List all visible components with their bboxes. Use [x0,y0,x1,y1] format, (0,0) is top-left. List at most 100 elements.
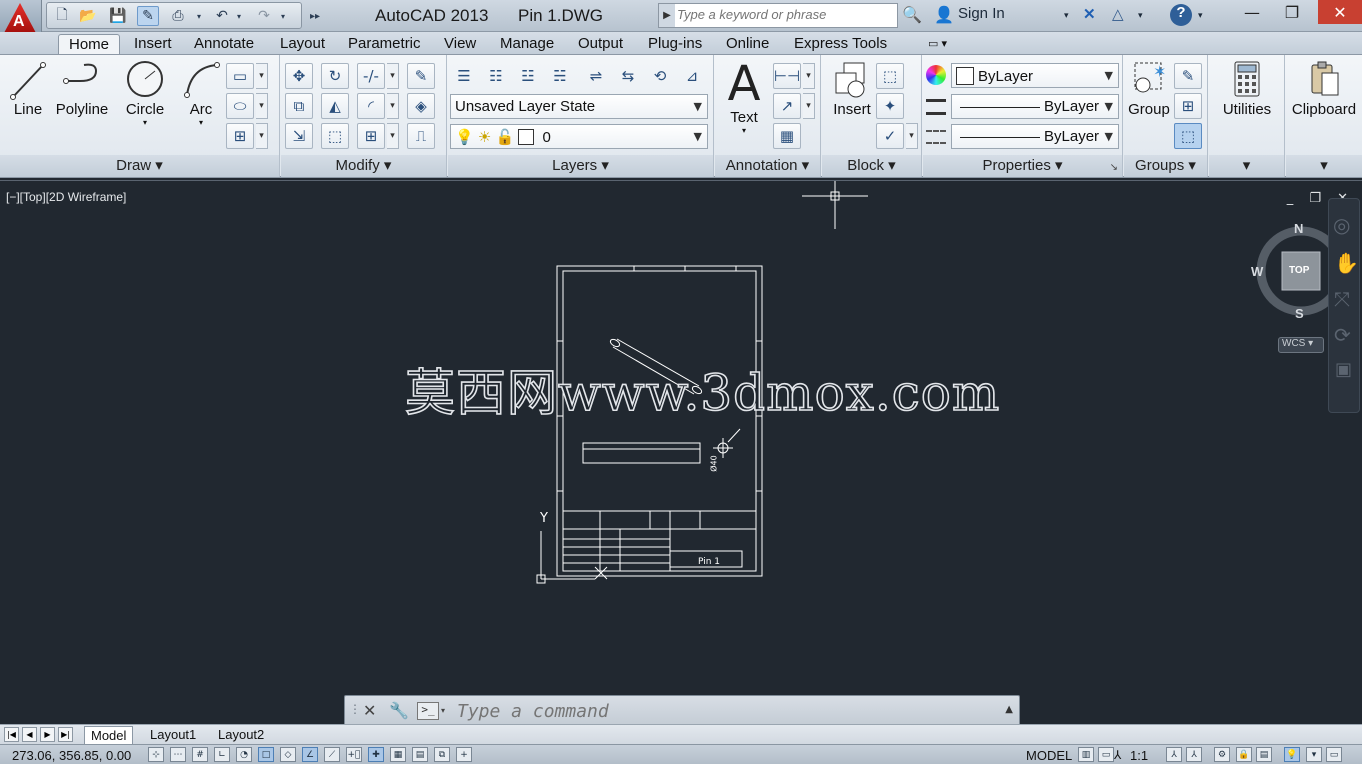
utilities-button[interactable]: Utilities [1213,59,1281,118]
array-icon[interactable]: ⊞ [357,123,385,149]
tab-output[interactable]: Output [568,34,633,54]
layers-panel-title[interactable]: Layers ▾ [448,155,713,177]
group-selection-icon[interactable]: ⬚ [1174,123,1202,149]
search-input[interactable] [677,7,895,22]
tab-online[interactable]: Online [716,34,779,54]
modify-panel-title[interactable]: Modify ▾ [281,155,446,177]
ribbon-minimize-icon[interactable]: ▭ ▾ [918,36,957,56]
zoom-extents-icon[interactable]: ⤧ [1334,287,1350,311]
tab-layout[interactable]: Layout [270,34,335,54]
array-dropdown-icon[interactable]: ▾ [387,123,399,149]
groups-panel-title[interactable]: Groups ▾ [1124,155,1207,177]
orbit-icon[interactable]: ⟳ [1334,323,1351,347]
block-panel-title[interactable]: Block ▾ [822,155,921,177]
viewcube-top-face[interactable]: TOP [1289,265,1309,276]
redo-dropdown-icon[interactable]: ▾ [277,6,289,26]
linetype-combo[interactable]: ByLayer ▼ [951,124,1119,149]
color-combo[interactable]: ByLayer ▼ [951,63,1119,88]
customize-wrench-icon[interactable]: 🔧 [389,701,409,720]
attribute-icon[interactable]: ✓ [876,123,904,149]
text-button[interactable]: A Text ▾ [719,59,769,135]
quick-view-layouts-icon[interactable]: ▥ [1078,747,1094,762]
color-wheel-icon[interactable] [926,65,946,85]
fillet-icon[interactable]: ◜ [357,93,385,119]
quick-view-drawings-icon[interactable]: ▭ [1098,747,1114,762]
first-tab-icon[interactable]: |◀ [4,727,19,742]
help-dropdown-icon[interactable]: ▾ [1198,10,1203,21]
hardware-acceleration-icon[interactable]: ▤ [1256,747,1272,762]
offset-icon[interactable]: ⎍ [407,123,435,149]
sign-in-dropdown-icon[interactable]: ▾ [1064,10,1069,21]
3d-osnap-icon[interactable]: ◇ [280,747,296,762]
lineweight-combo[interactable]: ByLayer ▼ [951,94,1119,119]
last-tab-icon[interactable]: ▶| [58,727,73,742]
circle-button[interactable]: Circle ▾ [118,59,172,127]
grip-icon[interactable]: ⋮ [349,702,361,716]
attribute-dropdown-icon[interactable]: ▾ [906,123,918,149]
plot-dropdown-icon[interactable]: ▾ [193,6,205,26]
status-menu-icon[interactable]: ▾ [1306,747,1322,762]
prev-tab-icon[interactable]: ◀ [22,727,37,742]
utilities-panel-title[interactable]: ▾ [1209,155,1284,177]
minimize-button[interactable]: — [1232,0,1272,24]
stretch-icon[interactable]: ⇲ [285,123,313,149]
mirror-icon[interactable]: ◭ [321,93,349,119]
leader-icon[interactable]: ↗ [773,93,801,119]
layer-state-dropdown-icon[interactable]: ▼ [694,100,702,113]
compass-w[interactable]: W [1251,264,1263,279]
otrack-icon[interactable]: ∠ [302,747,318,762]
quick-properties-icon[interactable]: ▤ [412,747,428,762]
layer-off-icon[interactable]: ☷ [482,63,510,89]
clipboard-button[interactable]: Clipboard [1288,59,1360,118]
exchange-icon[interactable]: ✕ [1083,5,1096,23]
osnap-icon[interactable]: □ [258,747,274,762]
group-button[interactable]: ✶ Group [1126,59,1172,118]
rectangle-icon[interactable]: ▭ [226,63,254,89]
layer-properties-icon[interactable]: ☰ [450,63,478,89]
rotate-icon[interactable]: ↻ [321,63,349,89]
boundary-dropdown-icon[interactable]: ▾ [256,123,268,149]
search-box[interactable]: ▶ [658,3,898,28]
linetype-icon[interactable] [926,130,946,144]
compass-n[interactable]: N [1294,221,1303,236]
command-prompt-icon[interactable]: >_ [417,702,439,720]
maximize-button[interactable]: ❐ [1272,0,1312,24]
qat-more-icon[interactable]: ▸▸ [304,6,326,26]
undo-dropdown-icon[interactable]: ▾ [233,6,245,26]
arc-button[interactable]: Arc ▾ [176,59,226,127]
tab-express-tools[interactable]: Express Tools [784,34,897,54]
toolbar-lock-icon[interactable]: 🔒 [1236,747,1252,762]
layer-match-icon[interactable]: ⇌ [582,63,610,89]
selection-cycling-icon[interactable]: ⧉ [434,747,450,762]
leader-dropdown-icon[interactable]: ▾ [803,93,815,119]
table-icon[interactable]: ▦ [773,123,801,149]
infer-constraints-icon[interactable]: ⊹ [148,747,164,762]
command-input[interactable] [457,701,977,722]
annotation-scale[interactable]: 1:1 [1130,748,1148,763]
help-button[interactable]: ? [1170,4,1192,26]
showmotion-icon[interactable]: ▣ [1335,359,1352,380]
trim-dropdown-icon[interactable]: ▾ [387,63,399,89]
ortho-icon[interactable]: ∟ [214,747,230,762]
tab-home[interactable]: Home [58,34,121,54]
move-icon[interactable]: ✥ [285,63,313,89]
command-close-icon[interactable]: ✕ [363,701,376,720]
insert-block-button[interactable]: Insert [826,59,878,118]
search-expand-icon[interactable]: ▶ [659,4,675,27]
lineweight-toggle-icon[interactable]: ✚ [368,747,384,762]
application-menu-button[interactable]: A [0,0,42,36]
dimension-icon[interactable]: ⊢⊣ [773,63,801,89]
copy-icon[interactable]: ⧉ [285,93,313,119]
sign-in-link[interactable]: Sign In [958,5,1005,22]
hatch-dropdown-icon[interactable]: ▾ [256,93,268,119]
tab-layout2[interactable]: Layout2 [212,726,270,743]
layer-state-combo[interactable]: Unsaved Layer State ▼ [450,94,708,119]
clean-screen-icon[interactable]: ▭ [1326,747,1342,762]
redo-icon[interactable]: ↷ [253,6,275,26]
dimension-dropdown-icon[interactable]: ▾ [803,63,815,89]
annotation-scale-icon[interactable]: ⅄ [1114,748,1121,762]
command-history-icon[interactable]: ▲ [1005,704,1013,715]
layer-previous-icon[interactable]: ⇆ [614,63,642,89]
snap-icon[interactable]: ⋯ [170,747,186,762]
close-button[interactable]: ✕ [1318,0,1362,24]
